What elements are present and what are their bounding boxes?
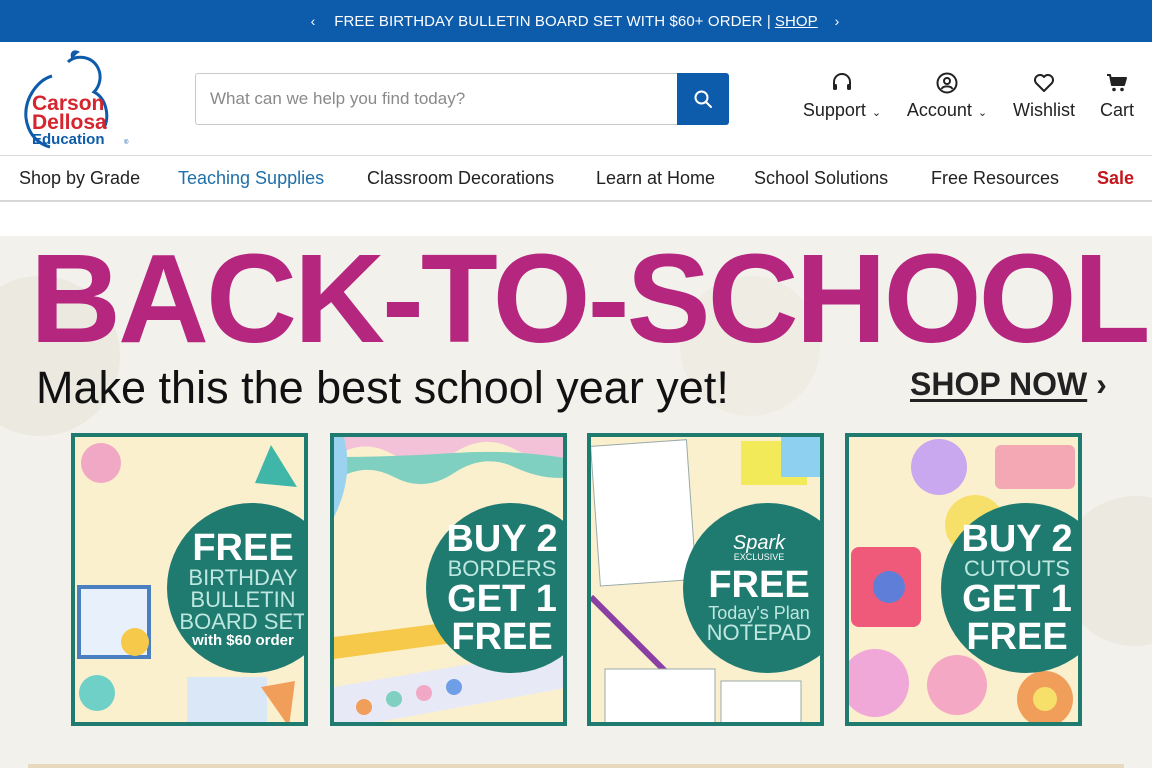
user-icon [936, 70, 958, 96]
hero-headline: BACK-TO-SCHOOL [30, 236, 1151, 369]
nav-school-solutions[interactable]: School Solutions [754, 156, 888, 200]
chevron-down-icon: ⌄ [977, 107, 988, 119]
promo-prev-button[interactable]: ‹ [298, 0, 328, 42]
logo-line-education: Education [32, 131, 105, 148]
main-nav: Shop by Grade Teaching Supplies Classroo… [0, 156, 1152, 202]
carson-dellosa-logo[interactable]: Carson Dellosa Education ® [16, 48, 128, 150]
nav-sale[interactable]: Sale [1097, 156, 1134, 200]
search-icon [694, 90, 712, 108]
support-label: Support [802, 100, 866, 120]
cart-icon [1106, 70, 1128, 96]
logo-registered-mark: ® [124, 140, 129, 146]
cart-link[interactable]: Cart [1098, 70, 1136, 130]
search-button[interactable] [677, 73, 729, 125]
card-text: BUY 2 [961, 518, 1073, 560]
headset-icon [831, 70, 853, 96]
account-menu[interactable]: Account ⌄ [904, 70, 990, 130]
promo-shop-link[interactable]: SHOP [775, 13, 818, 30]
nav-shop-by-grade[interactable]: Shop by Grade [19, 156, 140, 200]
spark-brand-label: Spark [732, 531, 786, 554]
card-text: BUY 2 [446, 518, 558, 560]
promo-card-notepad[interactable]: Spark EXCLUSIVE FREE Today's Plan NOTEPA… [587, 433, 824, 726]
card-text: BOARD SET [179, 608, 307, 634]
cart-label: Cart [1099, 100, 1134, 120]
heart-icon [1033, 70, 1055, 96]
card-text: BORDERS [447, 556, 557, 581]
card-text: with $60 order [192, 631, 294, 649]
wishlist-link[interactable]: Wishlist [1010, 70, 1078, 130]
nav-free-resources[interactable]: Free Resources [931, 156, 1059, 200]
logo-line-dellosa: Dellosa [32, 111, 107, 134]
promo-card-birthday-set[interactable]: FREE BIRTHDAY BULLETIN BOARD SET with $6… [71, 433, 308, 726]
card-text: CUTOUTS [964, 556, 1070, 581]
chevron-down-icon: ⌄ [871, 107, 882, 119]
card-text: BULLETIN [190, 586, 296, 612]
card-text: GET 1 [962, 578, 1072, 620]
card-text: BIRTHDAY [188, 564, 298, 590]
card-text: FREE [708, 563, 810, 606]
search-bar [195, 73, 729, 125]
promo-next-button[interactable]: › [822, 0, 852, 42]
promo-text: FREE BIRTHDAY BULLETIN BOARD SET WITH $6… [334, 12, 771, 30]
card-text: NOTEPAD [706, 619, 812, 645]
card-text: FREE [966, 616, 1068, 658]
nav-learn-at-home[interactable]: Learn at Home [596, 156, 715, 200]
search-input[interactable] [195, 73, 677, 125]
shop-now-label: SHOP NOW [910, 366, 1088, 402]
exclusive-label: EXCLUSIVE [733, 551, 785, 562]
nav-classroom-decorations[interactable]: Classroom Decorations [367, 156, 554, 200]
promo-card-cutouts[interactable]: BUY 2 CUTOUTS GET 1 FREE [845, 433, 1082, 726]
shop-now-link[interactable]: SHOP NOW › [910, 366, 1107, 403]
hero-banner[interactable]: BACK-TO-SCHOOL Make this the best school… [0, 236, 1152, 768]
promo-bar: ‹ FREE BIRTHDAY BULLETIN BOARD SET WITH … [0, 0, 1152, 42]
card-text: Today's Plan [708, 602, 810, 623]
site-header: Carson Dellosa Education ® Support ⌄ Acco… [0, 42, 1152, 156]
promo-card-borders[interactable]: BUY 2 BORDERS GET 1 FREE [330, 433, 567, 726]
nav-teaching-supplies[interactable]: Teaching Supplies [178, 156, 324, 200]
support-menu[interactable]: Support ⌄ [800, 70, 884, 130]
account-label: Account [906, 100, 972, 120]
hero-subline: Make this the best school year yet! [36, 362, 729, 413]
card-text: FREE [192, 526, 294, 569]
card-text: FREE [451, 616, 553, 658]
card-text: GET 1 [447, 578, 557, 620]
chevron-right-icon: › [1096, 366, 1107, 402]
wishlist-label: Wishlist [1013, 100, 1075, 120]
next-section-edge [28, 764, 1124, 768]
